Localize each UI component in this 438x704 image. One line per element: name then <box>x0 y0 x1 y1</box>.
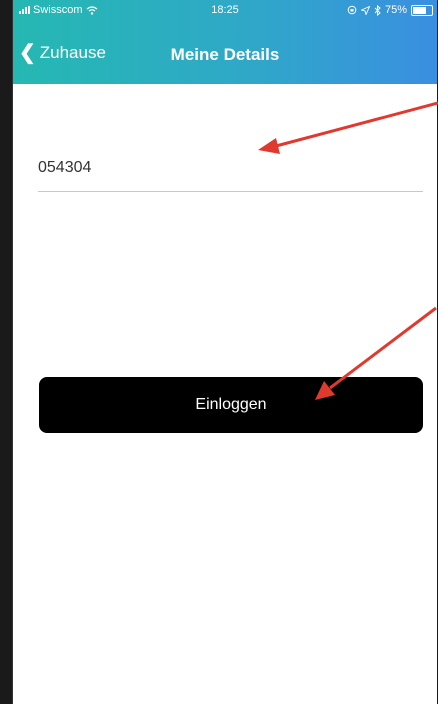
code-input[interactable] <box>38 145 423 192</box>
battery-percent: 75% <box>384 4 407 16</box>
rotation-lock-icon <box>347 5 357 15</box>
bluetooth-icon <box>374 4 381 16</box>
page-title: Meine Details <box>170 45 280 64</box>
header-bar: Swisscom 18:25 75% ❮ Zuhause Meine Detai… <box>13 0 437 84</box>
nav-bar: ❮ Zuhause Meine Details <box>13 40 437 72</box>
status-bar: Swisscom 18:25 75% <box>13 0 437 20</box>
login-button[interactable]: Einloggen <box>39 377 423 433</box>
status-right: 75% <box>347 4 433 16</box>
battery-icon <box>411 4 433 16</box>
phone-screen: Swisscom 18:25 75% ❮ Zuhause Meine Detai… <box>12 0 437 704</box>
location-icon <box>360 5 370 15</box>
